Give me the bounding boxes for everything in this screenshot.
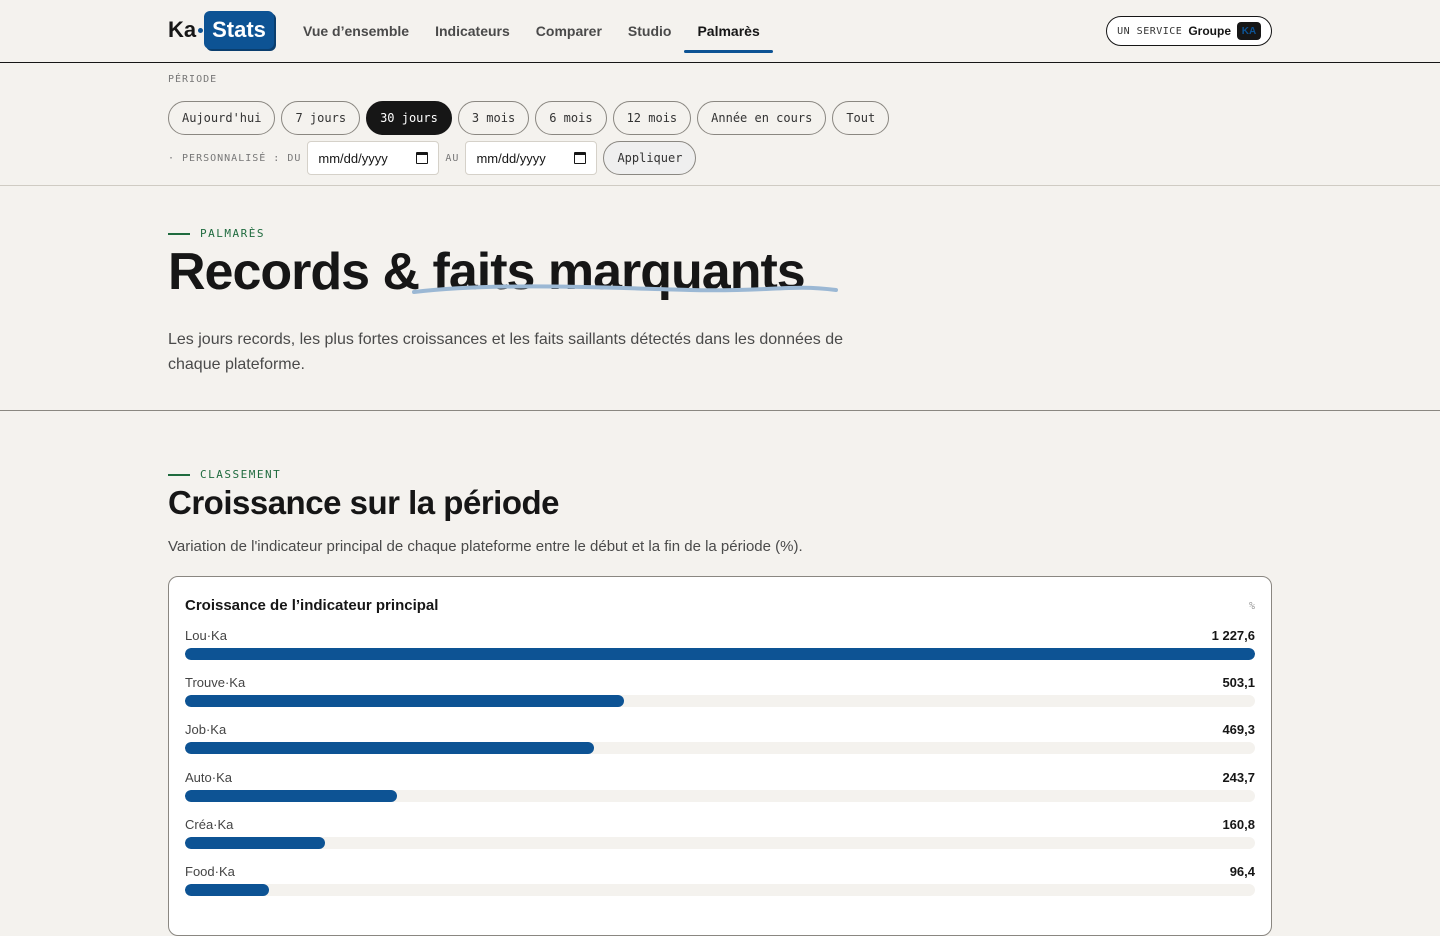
nav-vue-ensemble[interactable]: Vue d’ensemble xyxy=(290,0,422,62)
bar-fill xyxy=(185,883,270,896)
main-nav: Vue d’ensemble Indicateurs Comparer Stud… xyxy=(290,0,774,62)
bar-track xyxy=(185,789,1255,802)
bar-track xyxy=(185,836,1255,849)
bar-fill xyxy=(185,836,326,849)
service-label: UN SERVICE xyxy=(1117,25,1183,37)
bar-track xyxy=(185,742,1255,755)
bar-category-label: Food·Ka xyxy=(185,863,235,879)
kastats-logo[interactable]: Ka Stats xyxy=(168,10,274,50)
eyebrow-line xyxy=(168,232,190,235)
bar-row: Food·Ka 96,4 xyxy=(185,864,1255,911)
bar-value-label: 1 227,6 xyxy=(1211,628,1255,643)
growth-chart-card: Croissance de l’indicateur principal % L… xyxy=(168,576,1272,936)
bar-row: Auto·Ka 243,7 xyxy=(185,770,1255,817)
period-selector: PÉRIODE Aujourd'hui 7 jours 30 jours 3 m… xyxy=(0,63,1440,186)
bar-fill xyxy=(185,695,624,708)
bar-category-label: Trouve·Ka xyxy=(185,675,246,691)
group-ka-logo: KA xyxy=(1237,22,1261,40)
eyebrow-line xyxy=(168,473,190,476)
logo-ka-text: Ka xyxy=(168,17,197,42)
nav-palmares[interactable]: Palmarès xyxy=(684,0,774,62)
bar-fill xyxy=(185,789,398,802)
bar-row: Lou·Ka 1 227,6 xyxy=(185,628,1255,675)
hero-description: Les jours records, les plus fortes crois… xyxy=(168,331,844,373)
nav-label: Indicateurs xyxy=(435,23,510,39)
bar-category-label: Auto·Ka xyxy=(185,769,232,785)
bar-value-label: 160,8 xyxy=(1222,816,1255,832)
nav-studio[interactable]: Studio xyxy=(615,0,685,62)
service-badge[interactable]: UN SERVICE Groupe KA xyxy=(1106,16,1272,46)
ranking-eyebrow-text: CLASSEMENT xyxy=(200,468,282,481)
service-group: Groupe xyxy=(1188,24,1231,38)
logo-dot xyxy=(198,27,204,33)
bar-category-label: Lou·Ka xyxy=(185,628,227,643)
bar-track xyxy=(185,648,1255,660)
bar-track xyxy=(185,883,1255,896)
bar-list: Lou·Ka 1 227,6 Trouve·Ka 503,1 Job·Ka 469,3 Au… xyxy=(185,628,1255,911)
nav-comparer[interactable]: Comparer xyxy=(523,0,615,62)
chart-title: Croissance de l’indicateur principal xyxy=(185,597,439,614)
hero-eyebrow-text: PALMARÈS xyxy=(200,227,265,240)
nav-label: Vue d’ensemble xyxy=(303,23,410,39)
bar-value-label: 469,3 xyxy=(1222,722,1255,738)
ranking-eyebrow: CLASSEMENT xyxy=(168,468,281,481)
section-description: Variation de l'indicateur principal de c… xyxy=(168,538,803,555)
bar-row: Job·Ka 469,3 xyxy=(185,722,1255,769)
nav-indicateurs[interactable]: Indicateurs xyxy=(422,0,523,62)
bar-track xyxy=(185,695,1255,708)
bar-category-label: Créa·Ka xyxy=(185,816,234,832)
hero-eyebrow: PALMARÈS xyxy=(168,227,265,240)
logo-stats-text: Stats xyxy=(204,11,274,49)
bar-value-label: 96,4 xyxy=(1229,863,1255,879)
bar-value-label: 243,7 xyxy=(1222,769,1255,785)
chart-unit: % xyxy=(1248,601,1255,612)
bar-category-label: Job·Ka xyxy=(185,722,227,738)
top-navigation-bar: Ka Stats Vue d’ensemble Indicateurs Comp… xyxy=(0,0,1440,63)
section-title: Croissance sur la période xyxy=(168,484,560,521)
bar-value-label: 503,1 xyxy=(1222,675,1255,691)
bar-fill xyxy=(185,648,1255,660)
nav-label: Comparer xyxy=(535,23,602,39)
bar-row: Créa·Ka 160,8 xyxy=(185,817,1255,864)
nav-label: Studio xyxy=(627,23,672,39)
bar-fill xyxy=(185,742,595,755)
period-section-border xyxy=(0,63,1440,186)
title-underline-swash xyxy=(412,284,838,294)
hero-section: PALMARÈS Records & faits marquants Les j… xyxy=(0,186,1440,411)
bar-row: Trouve·Ka 503,1 xyxy=(185,675,1255,722)
nav-label: Palmarès xyxy=(697,23,760,39)
